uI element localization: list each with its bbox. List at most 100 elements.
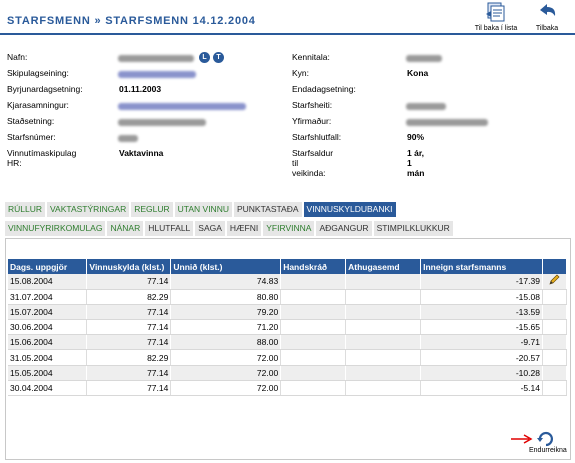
date-cell: 31.07.2004: [8, 289, 88, 305]
date-cell: 15.05.2004: [8, 365, 88, 381]
back-button[interactable]: Tilbaka: [525, 2, 569, 32]
redacted-manager: [406, 119, 488, 126]
tab-bar-secondary: VINNUFYRIRKOMULAG NÁNAR HLUTFALL SAGA HÆ…: [5, 221, 455, 236]
tab-bar-primary: RÚLLUR VAKTASTÝRINGAR REGLUR UTAN VINNU …: [5, 202, 398, 217]
date-cell: 30.06.2004: [8, 319, 88, 336]
note-cell: [345, 289, 422, 305]
manual-cell: [280, 319, 347, 336]
info-label: Kjarasamningur:: [7, 100, 69, 110]
table-row[interactable]: 31.07.2004 82.29 80.80 -15.08: [8, 289, 568, 305]
tab-vinnuskyldubanki[interactable]: VINNUSKYLDUBANKI: [303, 202, 396, 217]
tab-yfirvinna[interactable]: YFIRVINNA: [263, 221, 315, 236]
worked-cell: 79.20: [170, 304, 282, 321]
obligation-cell: 77.14: [86, 304, 172, 321]
breadcrumb-separator: »: [94, 15, 102, 27]
breadcrumb-root[interactable]: STARFSMENN: [7, 15, 91, 27]
info-label: Kyn:: [292, 68, 310, 78]
tab-saga[interactable]: SAGA: [195, 221, 225, 236]
refresh-icon[interactable]: [537, 431, 555, 447]
table-header-row: Dags. uppgjör Vinnuskylda (klst.) Unnið …: [8, 259, 568, 274]
badge-l-icon[interactable]: L: [199, 52, 210, 63]
table-row[interactable]: 30.04.2004 77.14 72.00 -5.14: [8, 380, 568, 397]
worked-cell: 72.00: [170, 380, 282, 397]
redacted-name: [118, 55, 194, 62]
table-row[interactable]: 31.05.2004 82.29 72.00 -20.57: [8, 349, 568, 366]
redacted-unit: [118, 71, 196, 78]
tab-haefni[interactable]: HÆFNI: [226, 221, 262, 236]
column-header[interactable]: Unnið (klst.): [170, 259, 282, 274]
page-title: STARFSMENN » STARFSMENN 14.12.2004: [7, 15, 256, 27]
column-header[interactable]: Athugasemd: [345, 259, 422, 274]
column-header[interactable]: Inneign starfsmanns: [420, 259, 543, 274]
balance-cell: -17.39: [420, 274, 543, 290]
tab-rullur[interactable]: RÚLLUR: [5, 202, 46, 217]
balance-cell: -5.14: [420, 380, 543, 397]
tab-reglur[interactable]: REGLUR: [131, 202, 173, 217]
manual-cell: [280, 349, 347, 366]
tab-hlutfall[interactable]: HLUTFALL: [145, 221, 194, 236]
manual-cell: [280, 380, 347, 397]
balance-cell: -13.59: [420, 304, 543, 321]
manual-cell: [280, 334, 347, 351]
balance-cell: -15.08: [420, 289, 543, 305]
back-to-list-button[interactable]: Til baka í lista: [474, 2, 518, 32]
tab-stimpilklukkur[interactable]: STIMPILKLUKKUR: [373, 221, 453, 236]
manual-cell: [280, 365, 347, 381]
edit-cell: [542, 365, 568, 381]
obligation-cell: 77.14: [86, 274, 172, 290]
info-label: Skipulagseining:: [7, 68, 69, 78]
date-cell: 30.04.2004: [8, 380, 88, 397]
tab-utan-vinnu[interactable]: UTAN VINNU: [174, 202, 232, 217]
table-row[interactable]: 15.08.2004 77.14 74.83 -17.39: [8, 274, 568, 290]
table-row[interactable]: 15.06.2004 77.14 88.00 -9.71: [8, 334, 568, 351]
edit-cell: [542, 304, 568, 321]
info-value: Kona: [407, 68, 429, 78]
redacted-job-number: [118, 135, 138, 142]
info-value: 90%: [407, 132, 425, 142]
balance-cell: -10.28: [420, 365, 543, 381]
note-cell: [345, 334, 422, 351]
note-cell: [345, 365, 422, 381]
info-label: Vinnutímaskipulag HR:: [7, 148, 77, 168]
info-value: 01.11.2003: [119, 84, 162, 94]
column-header[interactable]: Handskráð: [280, 259, 347, 274]
tab-vaktastyringar[interactable]: VAKTASTÝRINGAR: [47, 202, 130, 217]
worked-cell: 72.00: [170, 365, 282, 381]
tab-punktastada[interactable]: PUNKTASTAÐA: [233, 202, 302, 217]
note-cell: [345, 319, 422, 336]
column-header[interactable]: Dags. uppgjör: [8, 259, 88, 274]
tab-nanar[interactable]: NÁNAR: [107, 221, 144, 236]
redacted-location: [118, 119, 206, 126]
column-header[interactable]: Vinnuskylda (klst.): [86, 259, 172, 274]
note-cell: [345, 274, 422, 290]
edit-cell[interactable]: [542, 274, 568, 290]
info-label: Nafn:: [7, 52, 28, 62]
date-cell: 15.08.2004: [8, 274, 88, 290]
tab-adgangur[interactable]: AÐGANGUR: [316, 221, 372, 236]
table-row[interactable]: 15.05.2004 77.14 72.00 -10.28: [8, 365, 568, 381]
table-row[interactable]: 30.06.2004 77.14 71.20 -15.65: [8, 319, 568, 336]
table-row[interactable]: 15.07.2004 77.14 79.20 -13.59: [8, 304, 568, 321]
obligation-cell: 82.29: [86, 349, 172, 366]
page-header: STARFSMENN » STARFSMENN 14.12.2004 Til b…: [0, 0, 575, 35]
tab-vinnufyrirkomulag[interactable]: VINNUFYRIRKOMULAG: [5, 221, 106, 236]
recalculate-button[interactable]: Endurreikna: [510, 431, 568, 457]
obligation-cell: 77.14: [86, 319, 172, 336]
badge-t-icon[interactable]: T: [213, 52, 224, 63]
date-cell: 31.05.2004: [8, 349, 88, 366]
date-cell: 15.07.2004: [8, 304, 88, 321]
note-cell: [345, 349, 422, 366]
document-list-icon: [486, 2, 505, 22]
manual-cell: [280, 304, 347, 321]
balance-cell: -20.57: [420, 349, 543, 366]
date-cell: 15.06.2004: [8, 334, 88, 351]
obligation-cell: 82.29: [86, 289, 172, 305]
info-value: 1 ár, 1 mán: [407, 148, 425, 178]
balance-cell: -15.65: [420, 319, 543, 336]
breadcrumb-current: STARFSMENN 14.12.2004: [105, 15, 256, 27]
edit-cell: [542, 334, 568, 351]
header-divider: [0, 33, 575, 35]
work-obligation-table: Dags. uppgjör Vinnuskylda (klst.) Unnið …: [8, 259, 568, 397]
redacted-job-title: [406, 103, 446, 110]
pencil-icon[interactable]: [548, 274, 560, 286]
